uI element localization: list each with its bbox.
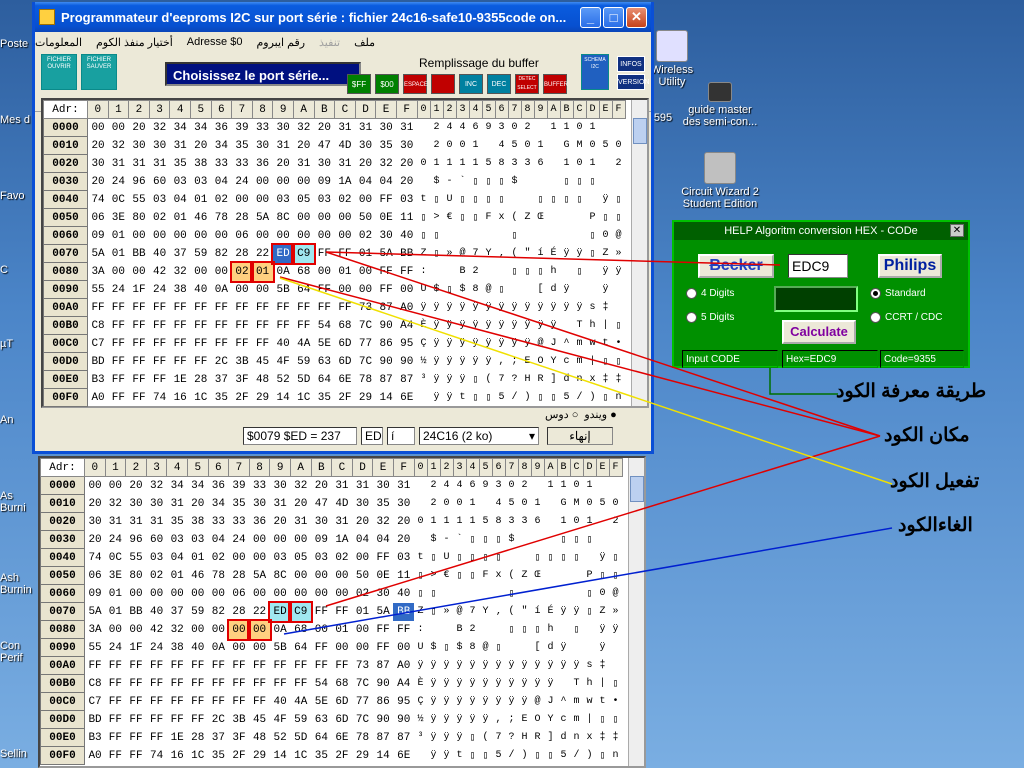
red-line-to-location-b: [279, 276, 881, 437]
annotation-location: مكان الكود: [884, 425, 970, 446]
yellow-line-activate: [279, 277, 893, 485]
green-line-method: [769, 368, 838, 395]
annotation-cancel: الغاءالكود: [898, 515, 973, 536]
annotation-method: طريقة معرفة الكود: [836, 381, 987, 402]
red-line-to-location: [325, 251, 881, 437]
red-line-bottom: [325, 435, 881, 607]
red-line-to-help: [325, 251, 781, 266]
annotation-activate: تفعيل الكود: [890, 471, 980, 492]
blue-line-cancel: [283, 527, 893, 635]
